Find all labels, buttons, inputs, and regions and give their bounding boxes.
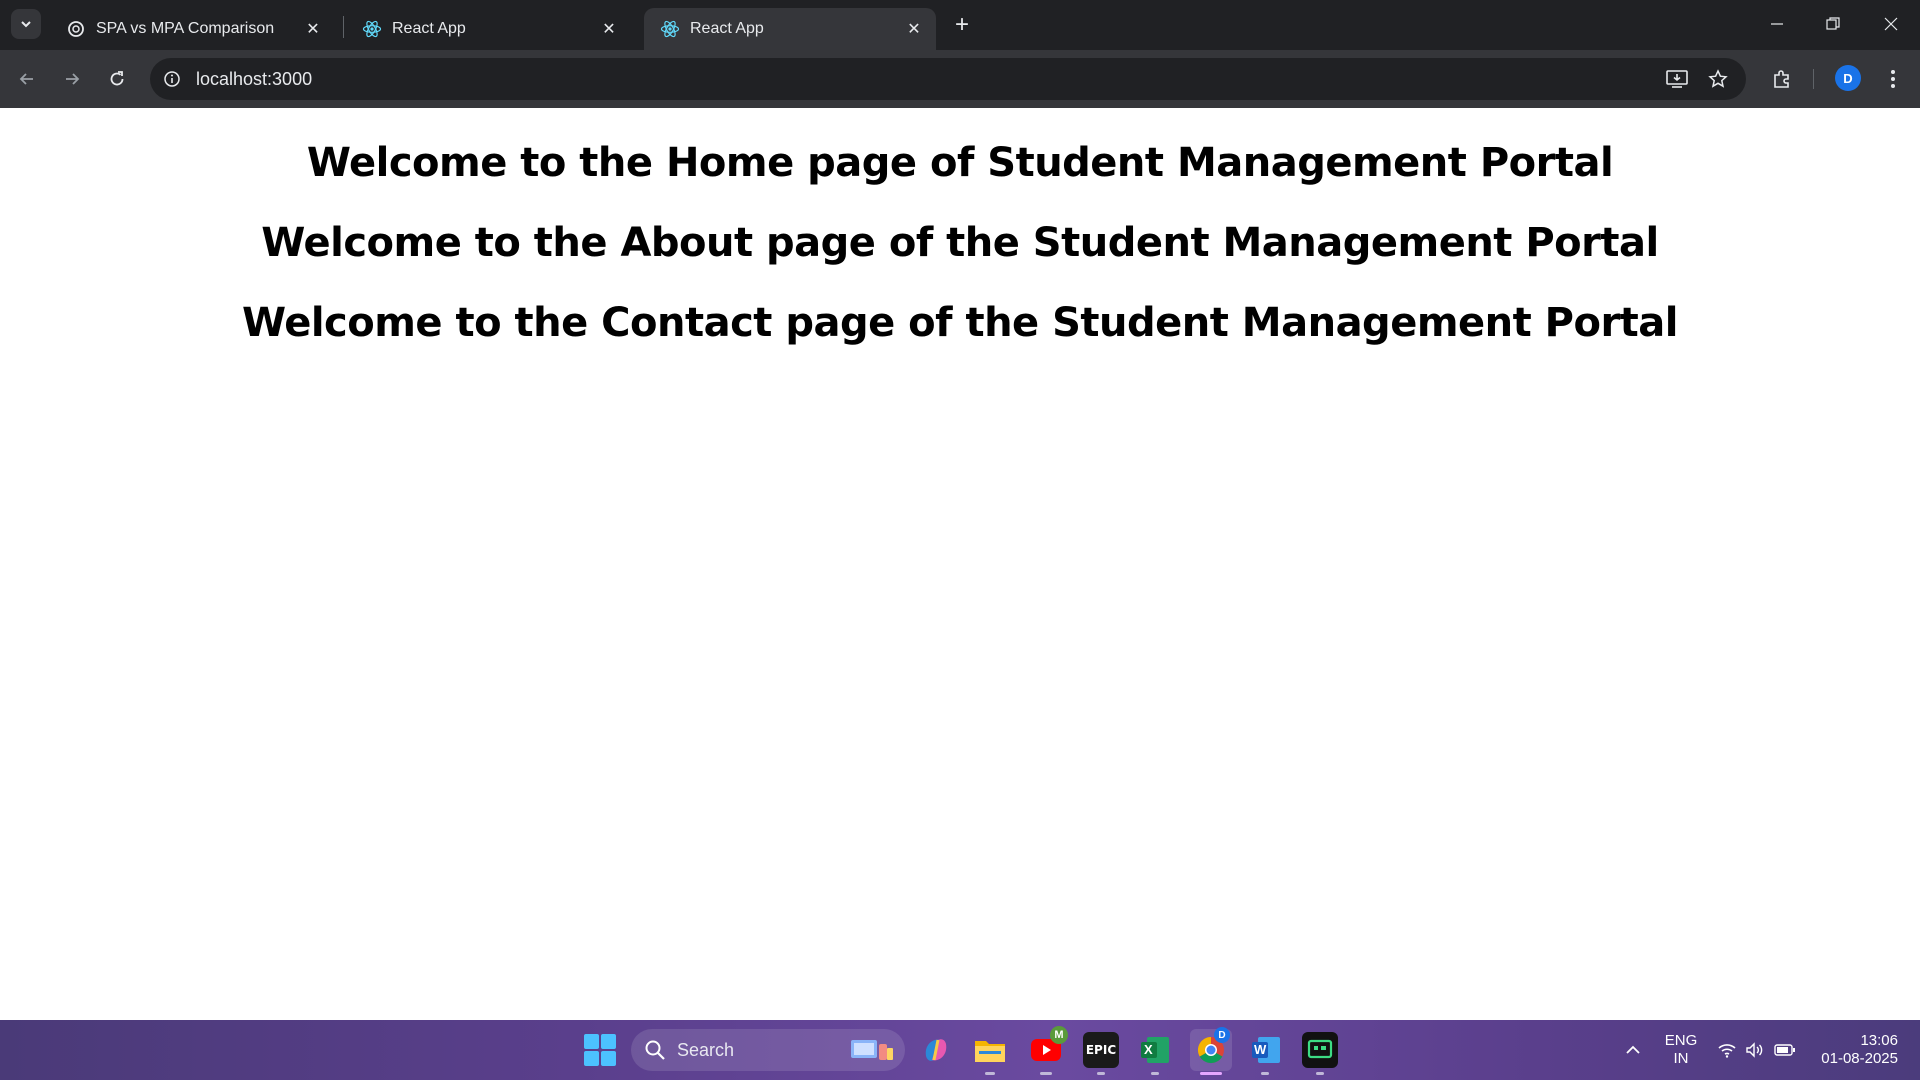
language-indicator[interactable]: ENG IN: [1659, 1032, 1703, 1068]
tab-spa-vs-mpa[interactable]: SPA vs MPA Comparison ✕: [50, 8, 335, 50]
tab-search-button[interactable]: [11, 9, 41, 39]
bookmark-star-icon[interactable]: [1706, 67, 1730, 91]
copilot-icon[interactable]: [918, 1032, 954, 1068]
restore-icon: [1826, 17, 1840, 30]
search-label: Search: [677, 1040, 735, 1060]
install-app-icon[interactable]: [1665, 67, 1689, 91]
windows-taskbar: Search M EPIC X D W ENG IN 13:06 01-08-2…: [0, 1020, 1920, 1080]
reload-button[interactable]: [101, 63, 133, 95]
close-icon[interactable]: ✕: [599, 19, 619, 39]
plus-icon: +: [954, 11, 969, 38]
tab-react-app-1[interactable]: React App ✕: [346, 8, 631, 50]
running-indicator: [985, 1072, 995, 1075]
running-indicator: [1261, 1072, 1269, 1075]
react-icon: [362, 19, 382, 39]
epic-games-icon[interactable]: EPIC: [1083, 1032, 1119, 1068]
page-content: Welcome to the Home page of Student Mana…: [0, 108, 1920, 1020]
youtube-icon[interactable]: M: [1028, 1026, 1068, 1068]
minimize-icon: [1771, 23, 1783, 25]
tab-title: SPA vs MPA Comparison: [96, 20, 275, 37]
excel-letter: X: [1144, 1042, 1153, 1057]
profile-avatar[interactable]: D: [1835, 65, 1861, 91]
word-letter: W: [1254, 1042, 1267, 1057]
openai-icon: [66, 19, 86, 39]
contact-heading: Welcome to the Contact page of the Stude…: [242, 300, 1679, 346]
react-icon: [660, 19, 680, 39]
region-code: IN: [1673, 1050, 1689, 1067]
browser-toolbar: localhost:3000 D: [0, 50, 1920, 108]
address-text[interactable]: localhost:3000: [196, 69, 312, 90]
running-indicator: [1316, 1072, 1324, 1075]
close-window-button[interactable]: [1871, 8, 1911, 40]
more-menu-icon[interactable]: [1881, 67, 1905, 91]
site-info-icon[interactable]: [160, 67, 184, 91]
epic-label: EPIC: [1085, 1043, 1117, 1057]
volume-icon[interactable]: [1744, 1040, 1766, 1060]
arrow-left-icon: [19, 73, 33, 85]
tab-react-app-2[interactable]: React App ✕: [644, 8, 936, 50]
active-indicator: [1200, 1072, 1222, 1075]
minimize-button[interactable]: [1757, 8, 1797, 40]
running-indicator: [1151, 1072, 1159, 1075]
taskbar-search[interactable]: Search: [631, 1029, 905, 1071]
windows-start-icon[interactable]: [584, 1034, 616, 1066]
chrome-icon[interactable]: D: [1190, 1027, 1232, 1071]
back-button[interactable]: [11, 63, 43, 95]
restore-button[interactable]: [1813, 8, 1853, 40]
toolbar-divider: [1813, 69, 1814, 89]
running-indicator: [1097, 1072, 1105, 1075]
home-heading: Welcome to the Home page of Student Mana…: [306, 140, 1614, 186]
chrome-profile-badge: D: [1214, 1027, 1230, 1043]
clock[interactable]: 13:06 01-08-2025: [1812, 1032, 1898, 1068]
reload-icon: [110, 71, 124, 86]
search-highlight-icon: [851, 1040, 893, 1060]
close-icon: [1884, 17, 1898, 31]
word-icon[interactable]: W: [1248, 1032, 1284, 1068]
file-explorer-icon[interactable]: [972, 1032, 1008, 1068]
chevron-down-icon: [21, 21, 31, 28]
extensions-icon[interactable]: [1770, 67, 1794, 91]
address-bar[interactable]: localhost:3000: [150, 58, 1746, 100]
close-icon[interactable]: ✕: [904, 19, 924, 39]
arrow-right-icon: [66, 73, 80, 85]
tab-title: React App: [690, 20, 764, 37]
about-heading: Welcome to the About page of the Student…: [261, 220, 1659, 266]
battery-icon[interactable]: [1774, 1040, 1796, 1060]
search-icon: [645, 1040, 665, 1060]
wifi-icon[interactable]: [1716, 1040, 1738, 1060]
new-tab-button[interactable]: +: [948, 11, 976, 39]
language-code: ENG: [1664, 1032, 1698, 1049]
tab-divider: [343, 16, 344, 38]
tab-strip: SPA vs MPA Comparison ✕ React App ✕ Reac…: [0, 0, 1920, 50]
youtube-profile-badge: M: [1050, 1026, 1068, 1044]
chevron-up-icon[interactable]: [1622, 1040, 1644, 1060]
running-indicator: [1040, 1072, 1052, 1075]
excel-icon[interactable]: X: [1137, 1032, 1173, 1068]
forward-button[interactable]: [56, 63, 88, 95]
close-icon[interactable]: ✕: [303, 19, 323, 39]
date: 01-08-2025: [1821, 1050, 1898, 1067]
terminal-icon[interactable]: [1302, 1032, 1338, 1068]
tab-title: React App: [392, 20, 466, 37]
time: 13:06: [1860, 1032, 1898, 1049]
